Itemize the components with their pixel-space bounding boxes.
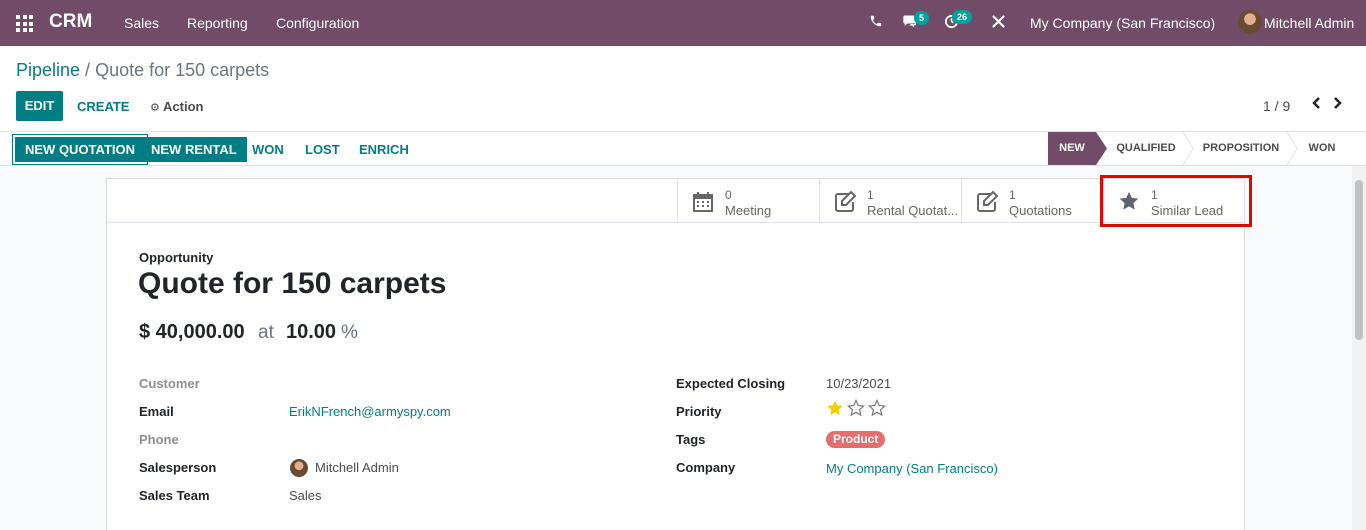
quotations-count: 1 xyxy=(1009,188,1016,202)
customer-label: Customer xyxy=(139,376,200,391)
scrollbar[interactable] xyxy=(1352,166,1366,530)
calendar-icon xyxy=(692,191,714,212)
tag-badge[interactable]: Product xyxy=(826,431,886,448)
pager-value[interactable]: 1 / 9 xyxy=(1263,98,1290,114)
priority-label: Priority xyxy=(676,404,722,419)
meeting-label: Meeting xyxy=(725,203,772,218)
salesperson-label: Salesperson xyxy=(139,460,217,475)
pager-next-icon[interactable] xyxy=(1333,96,1343,115)
expected-closing-field[interactable]: 10/23/2021 xyxy=(826,376,891,391)
breadcrumb: Pipeline / Quote for 150 carpets xyxy=(16,60,269,81)
sales-team-field[interactable]: Sales xyxy=(289,488,322,503)
rental-quotations-label: Rental Quotat... xyxy=(867,203,959,218)
salesperson-avatar xyxy=(290,459,308,477)
new-rental-button[interactable]: NEW RENTAL xyxy=(141,137,247,162)
menu-configuration[interactable]: Configuration xyxy=(276,15,359,31)
stage-new[interactable]: NEW xyxy=(1048,132,1096,165)
top-navbar: CRM Sales Reporting Configuration 5 26 M… xyxy=(0,0,1366,46)
salesperson-field[interactable]: Mitchell Admin xyxy=(315,460,399,475)
messages-badge: 5 xyxy=(914,11,930,25)
star-icon xyxy=(1118,190,1140,210)
percent-sign: % xyxy=(341,322,358,343)
quotations-smart-button[interactable]: 1 Quotations xyxy=(961,179,1103,223)
edit-icon xyxy=(976,190,999,212)
priority-star-icon[interactable] xyxy=(867,399,887,420)
lost-button[interactable]: LOST xyxy=(297,137,348,162)
similar-lead-count: 1 xyxy=(1151,188,1158,202)
email-field[interactable]: ErikNFrench@armyspy.com xyxy=(289,404,451,419)
menu-reporting[interactable]: Reporting xyxy=(187,15,248,31)
tags-label: Tags xyxy=(676,432,706,447)
stage-separator xyxy=(1286,132,1298,165)
scrollbar-thumb[interactable] xyxy=(1355,180,1363,340)
breadcrumb-separator: / xyxy=(80,60,96,80)
pager-previous-icon[interactable] xyxy=(1311,96,1321,115)
breadcrumb-pipeline[interactable]: Pipeline xyxy=(16,60,80,80)
similar-lead-label: Similar Lead xyxy=(1151,203,1224,218)
new-quotation-button[interactable]: NEW QUOTATION xyxy=(15,137,146,162)
stage-qualified[interactable]: QUALIFIED xyxy=(1108,132,1184,165)
company-label: Company xyxy=(676,460,736,475)
meeting-smart-button[interactable]: 0 Meeting xyxy=(677,179,819,223)
breadcrumb-current: Quote for 150 carpets xyxy=(95,60,270,80)
edit-button[interactable]: EDIT xyxy=(16,91,63,121)
sales-team-label: Sales Team xyxy=(139,488,210,503)
smart-button-box: 0 Meeting 1 Rental Quotat... 1 Quotation… xyxy=(107,179,1245,223)
rental-quotations-count: 1 xyxy=(867,188,874,202)
stage-separator xyxy=(1182,132,1194,165)
probability-value[interactable]: 10.00 xyxy=(286,321,336,344)
enrich-button[interactable]: ENRICH xyxy=(351,137,417,162)
gear-icon: ⚙ xyxy=(150,102,160,114)
stage-arrow-active xyxy=(1096,132,1107,165)
action-menu[interactable]: ⚙ Action xyxy=(150,99,203,114)
email-label: Email xyxy=(139,404,174,419)
app-brand[interactable]: CRM xyxy=(49,11,92,33)
quotations-label: Quotations xyxy=(1009,203,1072,218)
company-field[interactable]: My Company (San Francisco) xyxy=(826,461,998,476)
record-type-label: Opportunity xyxy=(139,250,214,265)
create-button[interactable]: CREATE xyxy=(77,99,129,114)
user-avatar[interactable] xyxy=(1238,10,1262,34)
phone-icon[interactable] xyxy=(869,14,883,32)
priority-star-icon[interactable] xyxy=(826,399,844,420)
company-switcher[interactable]: My Company (San Francisco) xyxy=(1030,15,1215,31)
menu-sales[interactable]: Sales xyxy=(124,15,159,31)
form-sheet: 0 Meeting 1 Rental Quotat... 1 Quotation… xyxy=(106,178,1245,530)
meeting-count: 0 xyxy=(725,188,732,202)
rental-quotations-smart-button[interactable]: 1 Rental Quotat... xyxy=(819,179,961,223)
edit-icon xyxy=(834,190,857,212)
expected-revenue[interactable]: $ 40,000.00 xyxy=(139,321,245,344)
won-button[interactable]: WON xyxy=(244,137,292,162)
similar-lead-smart-button[interactable]: 1 Similar Lead xyxy=(1103,179,1245,223)
at-label: at xyxy=(258,322,274,343)
status-bar: NEW QUOTATION NEW RENTAL WON LOST ENRICH… xyxy=(0,131,1366,166)
apps-grid-icon[interactable] xyxy=(16,15,33,32)
stage-proposition[interactable]: PROPOSITION xyxy=(1194,132,1288,165)
action-label: Action xyxy=(163,99,204,114)
record-title[interactable]: Quote for 150 carpets xyxy=(138,267,446,301)
activities-badge: 26 xyxy=(952,10,973,24)
tools-icon[interactable] xyxy=(991,14,1006,33)
expected-closing-label: Expected Closing xyxy=(676,376,786,391)
phone-label: Phone xyxy=(139,432,179,447)
stage-won[interactable]: WON xyxy=(1298,132,1346,165)
user-menu[interactable]: Mitchell Admin xyxy=(1264,15,1354,31)
priority-star-icon[interactable] xyxy=(846,399,866,420)
